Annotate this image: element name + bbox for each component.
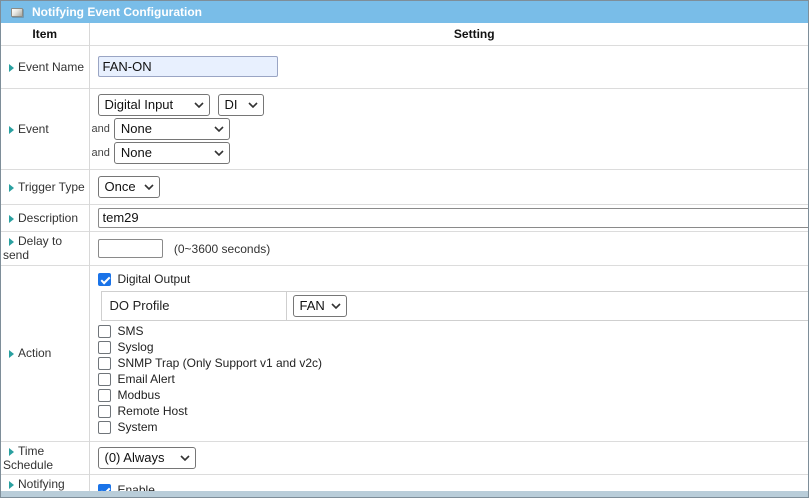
event-and1-select[interactable]: None bbox=[114, 118, 230, 140]
remote-host-label: Remote Host bbox=[118, 404, 188, 419]
action-option-snmp-trap: SNMP Trap (Only Support v1 and v2c) bbox=[98, 356, 809, 371]
select-value: FAN bbox=[300, 298, 325, 313]
panel-icon bbox=[11, 8, 23, 17]
action-option-email-alert: Email Alert bbox=[98, 372, 809, 387]
bullet-arrow-icon bbox=[9, 350, 14, 358]
table-header-row: Item Setting bbox=[1, 23, 808, 45]
snmp-trap-checkbox[interactable] bbox=[98, 357, 111, 370]
delay-input[interactable] bbox=[98, 239, 163, 258]
select-value: None bbox=[121, 145, 152, 160]
and-label: and bbox=[92, 147, 110, 159]
row-event-name: Event Name bbox=[1, 45, 808, 88]
bullet-arrow-icon bbox=[9, 448, 14, 456]
bottom-strip bbox=[1, 491, 808, 497]
sms-label: SMS bbox=[118, 324, 144, 339]
select-value: DI bbox=[225, 97, 238, 112]
bullet-arrow-icon bbox=[9, 238, 14, 246]
bullet-arrow-icon bbox=[9, 215, 14, 223]
sms-checkbox[interactable] bbox=[98, 325, 111, 338]
page-title: Notifying Event Configuration bbox=[32, 5, 202, 19]
trigger-type-select[interactable]: Once bbox=[98, 176, 160, 198]
bullet-arrow-icon bbox=[9, 64, 14, 72]
config-content: Item Setting Event Name Event Digital In… bbox=[1, 23, 808, 498]
delay-hint: (0~3600 seconds) bbox=[174, 242, 270, 256]
chevron-down-icon bbox=[214, 150, 224, 156]
row-trigger-type: Trigger Type Once bbox=[1, 169, 808, 204]
action-option-remote-host: Remote Host bbox=[98, 404, 809, 419]
config-table: Item Setting Event Name Event Digital In… bbox=[1, 23, 808, 498]
event-subtype-select[interactable]: DI bbox=[218, 94, 264, 116]
row-time-schedule: Time Schedule (0) Always bbox=[1, 441, 808, 474]
row-action: Action Digital Output DO Profile FAN bbox=[1, 265, 808, 441]
system-checkbox[interactable] bbox=[98, 421, 111, 434]
do-profile-select[interactable]: FAN bbox=[293, 295, 347, 317]
action-option-sms: SMS bbox=[98, 324, 809, 339]
event-label: Event bbox=[18, 122, 49, 136]
description-input[interactable] bbox=[98, 208, 809, 228]
bullet-arrow-icon bbox=[9, 126, 14, 134]
select-value: None bbox=[121, 121, 152, 136]
event-and2-select[interactable]: None bbox=[114, 142, 230, 164]
notifying-event-config-window: Notifying Event Configuration Item Setti… bbox=[0, 0, 809, 498]
action-option-modbus: Modbus bbox=[98, 388, 809, 403]
chevron-down-icon bbox=[248, 102, 258, 108]
do-profile-label: DO Profile bbox=[102, 292, 287, 320]
syslog-checkbox[interactable] bbox=[98, 341, 111, 354]
time-schedule-select[interactable]: (0) Always bbox=[98, 447, 196, 469]
description-label: Description bbox=[18, 211, 78, 225]
modbus-label: Modbus bbox=[118, 388, 161, 403]
modbus-checkbox[interactable] bbox=[98, 389, 111, 402]
event-name-label: Event Name bbox=[18, 60, 84, 74]
column-header-setting: Setting bbox=[89, 23, 808, 45]
system-label: System bbox=[118, 420, 158, 435]
do-profile-table: DO Profile FAN bbox=[101, 291, 809, 321]
remote-host-checkbox[interactable] bbox=[98, 405, 111, 418]
and-label: and bbox=[92, 123, 110, 135]
digital-output-label: Digital Output bbox=[118, 271, 191, 288]
column-header-item: Item bbox=[1, 23, 89, 45]
chevron-down-icon bbox=[331, 303, 341, 309]
event-type-select[interactable]: Digital Input bbox=[98, 94, 210, 116]
chevron-down-icon bbox=[194, 102, 204, 108]
select-value: Once bbox=[105, 179, 136, 194]
event-name-input[interactable] bbox=[98, 56, 278, 77]
select-value: (0) Always bbox=[105, 450, 165, 465]
chevron-down-icon bbox=[144, 184, 154, 190]
chevron-down-icon bbox=[214, 126, 224, 132]
chevron-down-icon bbox=[180, 455, 190, 461]
action-option-system: System bbox=[98, 420, 809, 435]
digital-output-checkbox[interactable] bbox=[98, 273, 111, 286]
action-option-syslog: Syslog bbox=[98, 340, 809, 355]
row-delay-to-send: Delay to send (0~3600 seconds) bbox=[1, 231, 808, 265]
row-event: Event Digital Input DI and bbox=[1, 88, 808, 169]
row-description: Description bbox=[1, 204, 808, 231]
title-bar: Notifying Event Configuration bbox=[1, 1, 808, 23]
bullet-arrow-icon bbox=[9, 184, 14, 192]
email-alert-label: Email Alert bbox=[118, 372, 175, 387]
syslog-label: Syslog bbox=[118, 340, 154, 355]
action-label: Action bbox=[18, 346, 51, 360]
bullet-arrow-icon bbox=[9, 481, 14, 489]
trigger-type-label: Trigger Type bbox=[18, 180, 85, 194]
email-alert-checkbox[interactable] bbox=[98, 373, 111, 386]
select-value: Digital Input bbox=[105, 97, 174, 112]
snmp-trap-label: SNMP Trap (Only Support v1 and v2c) bbox=[118, 356, 323, 371]
